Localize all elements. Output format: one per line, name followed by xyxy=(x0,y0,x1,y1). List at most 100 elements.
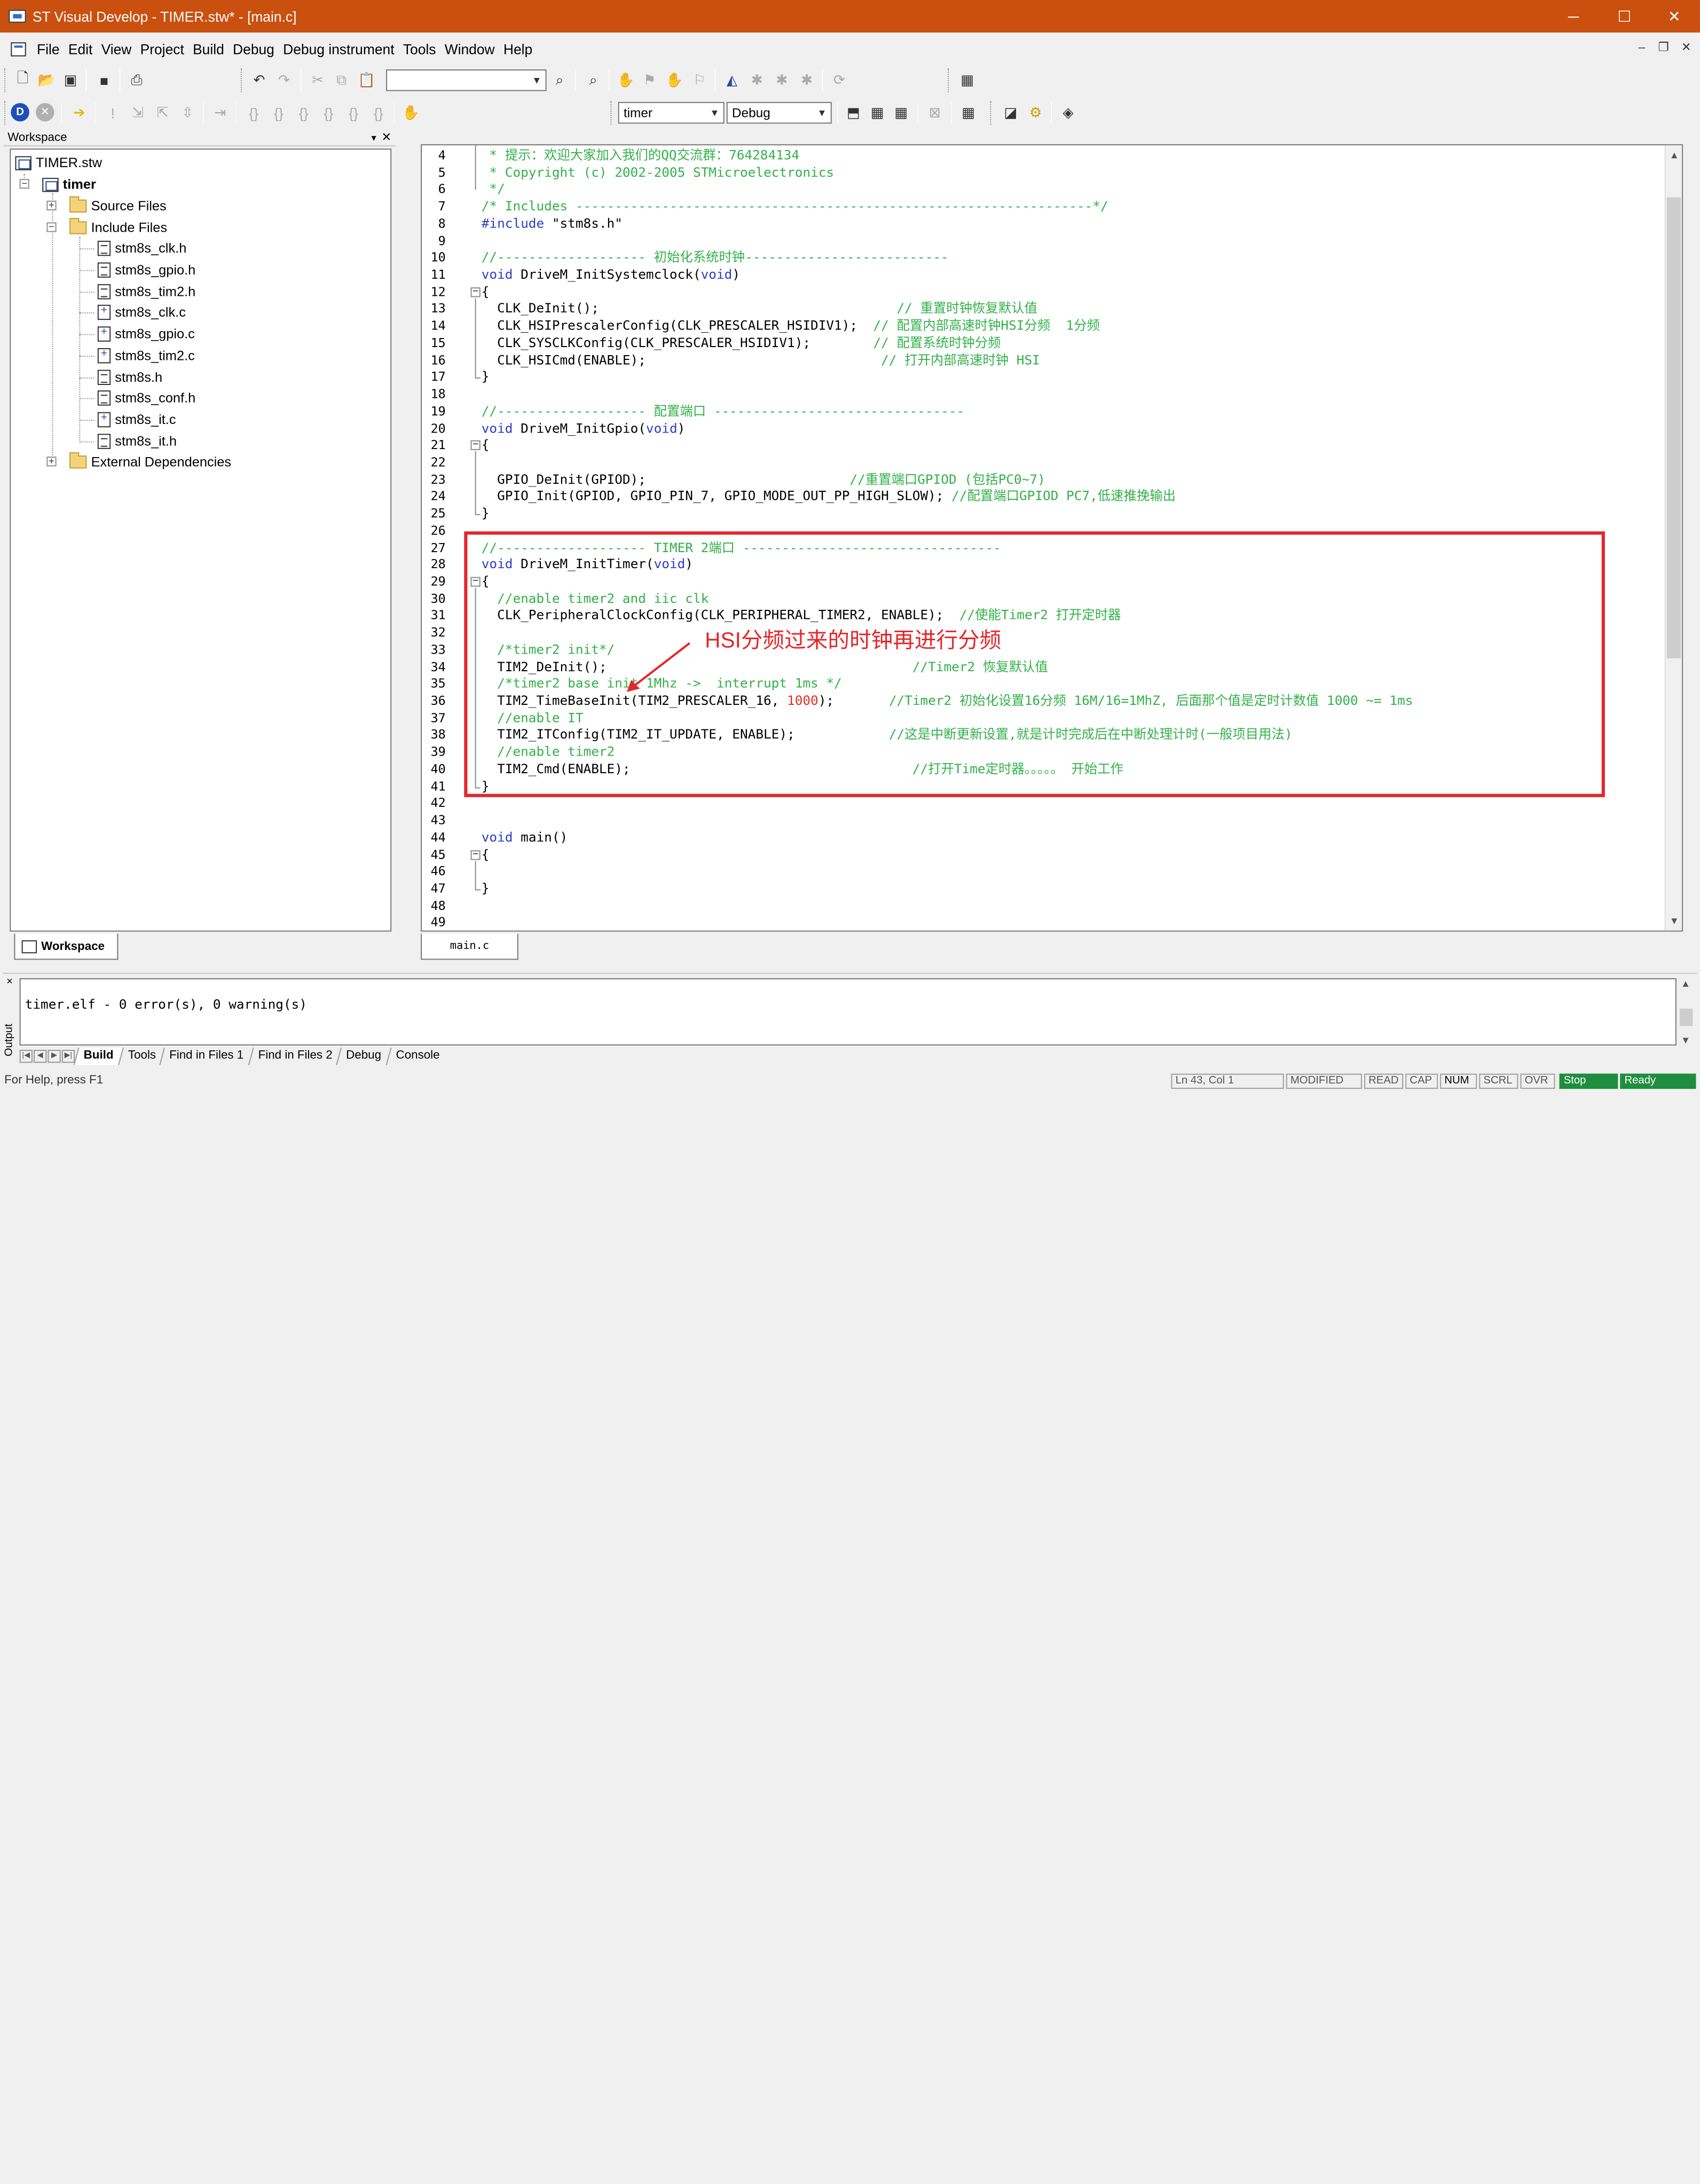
build-icon[interactable]: ▦ xyxy=(867,102,888,124)
new-file-icon[interactable]: 🗋 xyxy=(12,69,34,91)
toolbar-grip[interactable] xyxy=(610,100,613,125)
tree-file[interactable]: stm8s_clk.c xyxy=(97,302,186,324)
fold-toggle-icon[interactable]: − xyxy=(470,440,481,451)
tree-folder-external[interactable]: External Dependencies xyxy=(69,451,231,473)
tab-console[interactable]: Console xyxy=(385,1047,448,1065)
stop-build-icon[interactable]: ⊠ xyxy=(924,102,946,124)
collapse-icon[interactable]: − xyxy=(19,178,29,189)
hand-icon[interactable]: ✋ xyxy=(615,69,637,91)
code-line[interactable]: //------------------- 初始化系统时钟-----------… xyxy=(482,250,949,266)
bookmark-icon[interactable]: ⚑ xyxy=(639,69,660,91)
chevron-down-icon[interactable]: ▼ xyxy=(813,103,830,123)
mdi-minimize-button[interactable]: – xyxy=(1632,39,1652,56)
disassembly-icon[interactable]: ◪ xyxy=(1000,102,1022,124)
workspace-tab[interactable]: Workspace xyxy=(14,933,119,960)
minimize-button[interactable]: ─ xyxy=(1548,0,1598,33)
fold-toggle-icon[interactable]: − xyxy=(470,287,481,297)
run-to-cursor-icon[interactable]: ⇥ xyxy=(209,102,231,124)
start-debug-icon[interactable]: D xyxy=(11,103,29,122)
chip-icon[interactable]: ▦ xyxy=(956,69,978,91)
app-icon[interactable] xyxy=(9,10,26,23)
cut-icon[interactable]: ✂ xyxy=(307,69,329,91)
vertical-scrollbar[interactable]: ▲ ▼ xyxy=(1664,145,1682,931)
first-tab-icon[interactable]: |◀ xyxy=(19,1049,33,1063)
clear-bookmarks-icon[interactable]: ⚐ xyxy=(689,69,711,91)
toolbar-grip[interactable] xyxy=(948,68,951,92)
toolbar-grip[interactable] xyxy=(990,100,993,125)
code-line[interactable]: void DriveM_InitSystemclock(void) xyxy=(482,267,740,283)
comment-icon[interactable]: ✱ xyxy=(771,69,793,91)
code-line[interactable]: { xyxy=(482,284,490,300)
expand-icon[interactable]: + xyxy=(46,200,57,211)
tab-build[interactable]: Build xyxy=(73,1047,122,1065)
tree-file[interactable]: stm8s_it.h xyxy=(97,430,177,452)
tree-file[interactable]: stm8s_gpio.h xyxy=(97,259,195,281)
code-line[interactable]: * Copyright (c) 2002-2005 STMicroelectro… xyxy=(482,164,834,180)
code-line[interactable]: /* Includes ----------------------------… xyxy=(482,199,1108,215)
output-content[interactable]: timer.elf - 0 error(s), 0 warning(s) xyxy=(19,978,1677,1046)
document-icon[interactable] xyxy=(11,42,26,56)
close-icon[interactable]: ✕ xyxy=(381,130,391,145)
step-into-asm-icon[interactable]: {} xyxy=(343,102,365,124)
code-line[interactable]: } xyxy=(482,881,490,897)
code-line[interactable]: */ xyxy=(482,182,505,198)
copy-icon[interactable]: ⧉ xyxy=(330,69,352,91)
code-line[interactable]: #include "stm8s.h" xyxy=(482,216,623,232)
step-over-icon[interactable]: ⇱ xyxy=(152,102,174,124)
indent-icon[interactable]: ◭ xyxy=(721,69,743,91)
step-out-src-icon[interactable]: {} xyxy=(318,102,340,124)
tree-file[interactable]: stm8s_tim2.c xyxy=(97,345,195,367)
breakpoint-icon[interactable]: ✋ xyxy=(400,102,422,124)
scroll-thumb[interactable] xyxy=(1680,1008,1693,1026)
code-line[interactable]: GPIO_Init(GPIOD, GPIO_PIN_7, GPIO_MODE_O… xyxy=(482,489,1176,505)
code-line[interactable]: CLK_HSIPrescalerConfig(CLK_PRESCALER_HSI… xyxy=(482,318,1100,334)
print-icon[interactable]: ⎙ xyxy=(126,69,148,91)
save-icon[interactable]: ■ xyxy=(93,69,115,91)
configuration-combo[interactable]: Debug ▼ xyxy=(726,101,832,124)
memory-icon[interactable]: ◈ xyxy=(1057,102,1079,124)
code-line[interactable]: CLK_DeInit(); // 重置时钟恢复默认值 xyxy=(482,301,1037,317)
toolbar-grip[interactable] xyxy=(4,68,7,92)
find-combo[interactable]: ▼ xyxy=(386,69,547,91)
code-line[interactable]: } xyxy=(482,369,490,385)
tab-find-in-files-1[interactable]: Find in Files 1 xyxy=(159,1047,253,1065)
tree-file[interactable]: stm8s_it.c xyxy=(97,409,176,431)
run-arrow-icon[interactable]: ➔ xyxy=(68,102,90,124)
menu-view[interactable]: View xyxy=(97,41,136,57)
scroll-up-icon[interactable]: ▲ xyxy=(1681,978,1690,989)
code-line[interactable]: } xyxy=(482,506,490,522)
compile-icon[interactable]: ⬒ xyxy=(843,102,864,124)
output-scrollbar[interactable]: ▲ ▼ xyxy=(1677,978,1695,1046)
uncomment-icon[interactable]: ✱ xyxy=(796,69,818,91)
code-line[interactable]: * 提示：欢迎大家加入我们的QQ交流群：764284134 xyxy=(482,147,799,163)
step-over-asm-icon[interactable]: {} xyxy=(368,102,390,124)
collapse-icon[interactable]: − xyxy=(46,222,57,232)
code-line[interactable]: void DriveM_InitGpio(void) xyxy=(482,420,686,436)
last-tab-icon[interactable]: ▶| xyxy=(61,1049,75,1063)
programmer-icon[interactable]: ▦ xyxy=(957,102,979,124)
tree-file[interactable]: stm8s_tim2.h xyxy=(97,281,195,303)
binoculars-icon[interactable]: ⌕ xyxy=(583,69,604,91)
code-line[interactable]: GPIO_DeInit(GPIOD); //重置端口GPIOD (包括PC0~7… xyxy=(482,472,1045,488)
code-line[interactable]: void main() xyxy=(482,829,568,845)
chevron-down-icon[interactable]: ▼ xyxy=(706,103,723,123)
new-workspace-icon[interactable]: ▣ xyxy=(60,69,82,91)
menu-file[interactable]: File xyxy=(33,41,64,57)
rebuild-icon[interactable]: ▦ xyxy=(890,102,912,124)
maximize-button[interactable]: ☐ xyxy=(1600,0,1649,33)
project-combo[interactable]: timer ▼ xyxy=(618,101,725,124)
tree-file[interactable]: stm8s.h xyxy=(97,366,162,388)
step-into-src-icon[interactable]: {} xyxy=(268,102,290,124)
fold-toggle-icon[interactable]: − xyxy=(470,849,481,860)
redo-icon[interactable]: ↷ xyxy=(273,69,295,91)
scroll-down-icon[interactable]: ▼ xyxy=(1681,1035,1690,1046)
unindent-icon[interactable]: ✱ xyxy=(746,69,768,91)
menu-edit[interactable]: Edit xyxy=(64,41,97,57)
menu-project[interactable]: Project xyxy=(136,41,188,57)
tab-find-in-files-2[interactable]: Find in Files 2 xyxy=(248,1047,341,1065)
tree-file[interactable]: stm8s_conf.h xyxy=(97,387,195,409)
step-into-icon[interactable]: {} xyxy=(243,102,265,124)
menu-help[interactable]: Help xyxy=(499,41,537,57)
peripherals-icon[interactable]: ⚙ xyxy=(1025,102,1046,124)
close-button[interactable]: ✕ xyxy=(1649,0,1699,33)
